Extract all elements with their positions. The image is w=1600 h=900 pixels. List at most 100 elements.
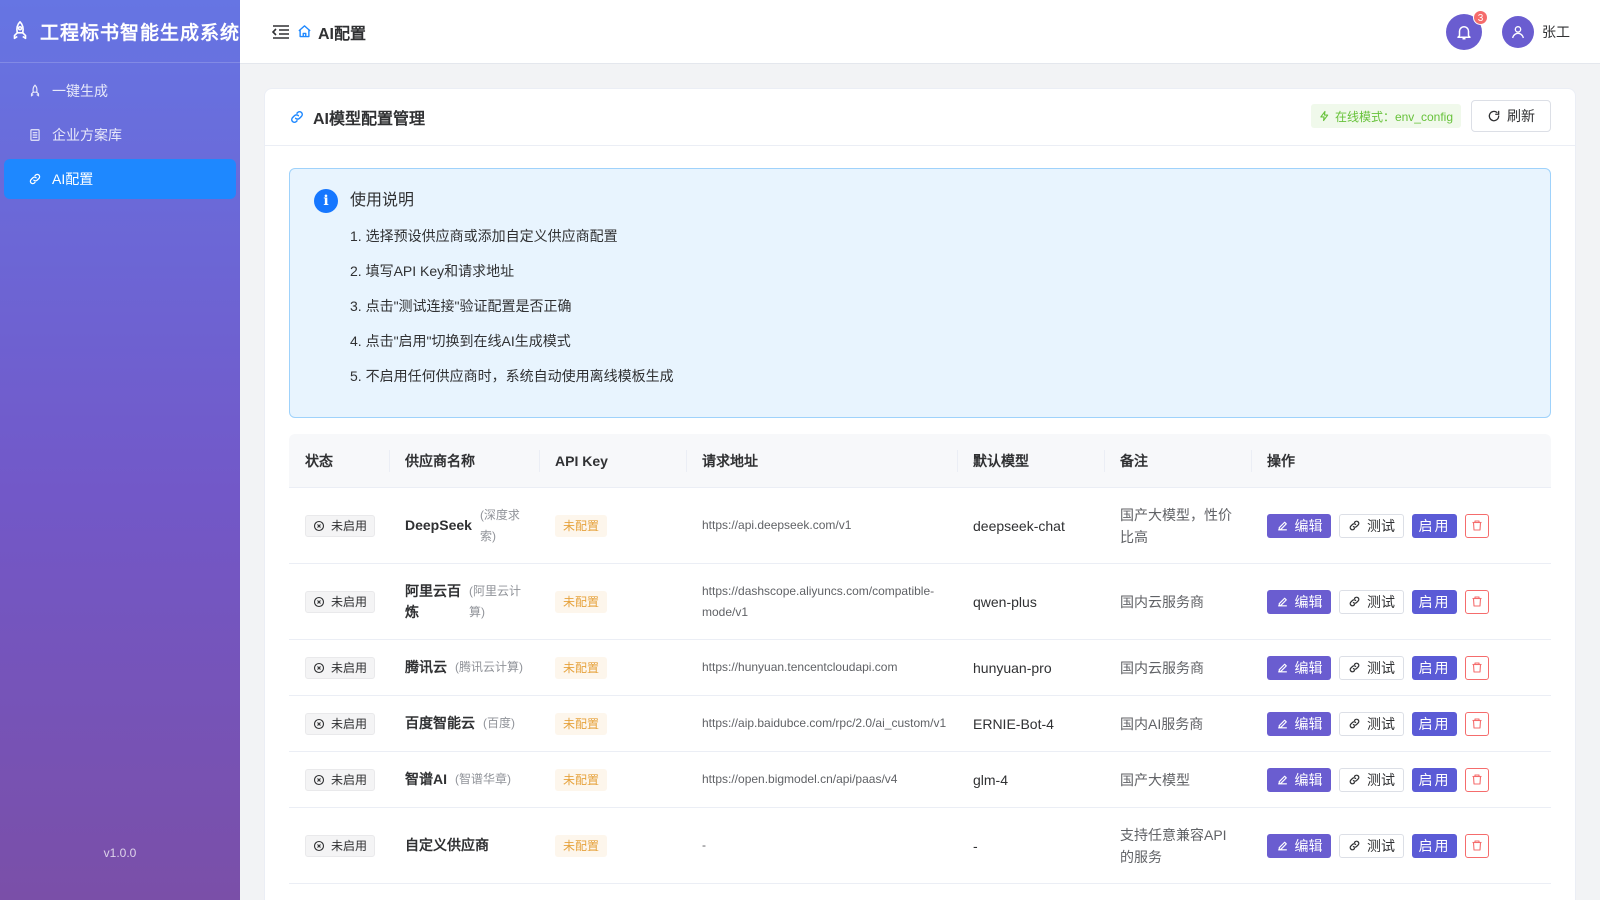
provider-name-line: 百度智能云 <box>405 715 475 731</box>
provider-name: 阿里云百炼 (阿里云计 算) <box>405 581 521 623</box>
provider-name-line: 智谱AI <box>405 771 447 787</box>
home-icon[interactable] <box>296 24 312 40</box>
column-header: 状态 <box>305 452 333 469</box>
close-circle-icon <box>313 596 325 608</box>
delete-button[interactable] <box>1465 711 1489 736</box>
enable-label: 启用 <box>1418 837 1451 854</box>
provider-sub-line: 算) <box>469 604 485 619</box>
sidebar-item-ai-config[interactable]: AI配置 <box>4 159 236 199</box>
link-icon <box>1348 519 1361 532</box>
link-icon <box>1348 773 1361 786</box>
test-button[interactable]: 测试 <box>1339 767 1404 792</box>
alert-item: 3. 点击"测试连接"验证配置是否正确 <box>350 298 572 314</box>
request-url-line: https://api.deepseek.com/v1 <box>702 518 852 532</box>
test-label: 测试 <box>1367 659 1395 676</box>
close-circle-icon <box>313 840 325 852</box>
edit-label: 编辑 <box>1294 593 1323 610</box>
provider-name-line: 阿里云百 <box>405 582 461 599</box>
edit-button[interactable]: 编辑 <box>1267 655 1331 680</box>
row-actions: 编辑 测试 启用 <box>1251 752 1526 807</box>
edit-button[interactable]: 编辑 <box>1267 589 1331 614</box>
column-header: API Key <box>539 434 686 487</box>
version-label: v1.0.0 <box>103 846 137 860</box>
column-header: 备注 <box>1104 434 1251 487</box>
default-model: qwen-plus <box>973 593 1037 610</box>
test-button[interactable]: 测试 <box>1339 655 1404 680</box>
api-key-tag: 未配置 <box>555 834 608 857</box>
test-button[interactable]: 测试 <box>1339 711 1404 736</box>
refresh-label: 刷新 <box>1507 108 1535 124</box>
alert-list: 1. 选择预设供应商或添加自定义供应商配置 2. 填写API Key和请求地址 … <box>350 219 1526 394</box>
note: 国内AI服务商 <box>1120 713 1213 735</box>
notification-badge: 3 <box>1473 10 1488 25</box>
delete-button[interactable] <box>1465 833 1489 858</box>
provider-name-line: 炼 <box>405 603 419 620</box>
note: 国内云服务商 <box>1120 657 1214 679</box>
edit-button[interactable]: 编辑 <box>1267 767 1331 792</box>
request-url: https://api.deepseek.com/v1 <box>702 515 863 536</box>
test-button[interactable]: 测试 <box>1339 833 1404 858</box>
notification-button[interactable]: 3 <box>1446 10 1488 50</box>
default-model: deepseek-chat <box>973 517 1065 534</box>
delete-button[interactable] <box>1465 655 1489 680</box>
request-url-line: https://dashscope.aliyuncs.com/compatibl… <box>702 583 935 598</box>
status-tag: 未启用 <box>305 768 376 791</box>
sidebar: 工程标书智能生成系统 一键生成 企业方案库 AI配置 v1.0.0 <box>0 0 240 900</box>
provider-sub-line: (百度) <box>483 716 515 730</box>
column-header: 请求地址 <box>686 434 957 487</box>
usage-alert: i 使用说明 1. 选择预设供应商或添加自定义供应商配置 2. 填写API Ke… <box>289 168 1551 418</box>
status-label: 未启用 <box>331 773 368 787</box>
sidebar-item-generate[interactable]: 一键生成 <box>4 71 236 111</box>
request-url: https://aip.baidubce.com/rpc/2.0/ai_cust… <box>702 713 958 734</box>
status-tag: 未启用 <box>305 656 376 679</box>
table-row: 未启用 百度智能云 (百度) 未配置 https://aip.baidubce.… <box>289 696 1551 752</box>
edit-button[interactable]: 编辑 <box>1267 513 1331 538</box>
request-url: https://open.bigmodel.cn/api/paas/v4 <box>702 769 909 790</box>
request-url-line: - <box>702 838 706 852</box>
table-body: 未启用 DeepSeek (深度求 索) 未配置 https://api.deep… <box>289 488 1551 884</box>
username[interactable]: 张工 <box>1542 22 1570 42</box>
enable-button[interactable]: 启用 <box>1412 589 1457 614</box>
status-tag: 未启用 <box>305 834 376 857</box>
note-line: 比高 <box>1120 528 1148 545</box>
test-button[interactable]: 测试 <box>1339 513 1404 538</box>
enable-button[interactable]: 启用 <box>1412 833 1457 858</box>
request-url: - <box>702 835 718 856</box>
column-header: 默认模型 <box>957 434 1104 487</box>
delete-button[interactable] <box>1465 589 1489 614</box>
test-label: 测试 <box>1367 715 1395 732</box>
provider-name-line: 腾讯云 <box>405 659 447 675</box>
enable-button[interactable]: 启用 <box>1412 655 1457 680</box>
api-key-tag: 未配置 <box>555 590 608 613</box>
delete-button[interactable] <box>1465 513 1489 538</box>
document-icon <box>28 128 42 142</box>
menu-fold-icon[interactable] <box>272 23 290 41</box>
trash-icon <box>1471 661 1483 674</box>
default-model: ERNIE-Bot-4 <box>973 715 1054 732</box>
test-label: 测试 <box>1367 517 1395 534</box>
edit-label: 编辑 <box>1294 659 1323 676</box>
delete-button[interactable] <box>1465 767 1489 792</box>
sidebar-item-library[interactable]: 企业方案库 <box>4 115 236 155</box>
avatar[interactable] <box>1502 16 1534 48</box>
edit-icon <box>1276 519 1289 532</box>
enable-button[interactable]: 启用 <box>1412 513 1457 538</box>
test-label: 测试 <box>1367 837 1395 854</box>
edit-icon <box>1276 717 1289 730</box>
test-button[interactable]: 测试 <box>1339 589 1404 614</box>
enable-button[interactable]: 启用 <box>1412 767 1457 792</box>
enable-label: 启用 <box>1418 659 1451 676</box>
provider-table: 状态 供应商名称 API Key 请求地址 默认模型 备注 操作 未启用 Dee… <box>289 434 1551 884</box>
close-circle-icon <box>313 662 325 674</box>
provider-sub-line: (深度求 <box>479 507 520 522</box>
top-header: AI配置 3 张工 <box>240 0 1600 64</box>
provider-sub-line: (智谱华章) <box>455 772 511 786</box>
alert-title: 使用说明 <box>350 192 415 209</box>
edit-button[interactable]: 编辑 <box>1267 833 1331 858</box>
edit-button[interactable]: 编辑 <box>1267 711 1331 736</box>
request-url-line: https://open.bigmodel.cn/api/paas/v4 <box>702 772 898 786</box>
request-url-line: https://aip.baidubce.com/rpc/2.0/ai_cust… <box>702 716 947 730</box>
mode-tag-label: 在线模式：env_config <box>1334 109 1453 124</box>
refresh-button[interactable]: 刷新 <box>1471 100 1551 132</box>
enable-button[interactable]: 启用 <box>1412 711 1457 736</box>
